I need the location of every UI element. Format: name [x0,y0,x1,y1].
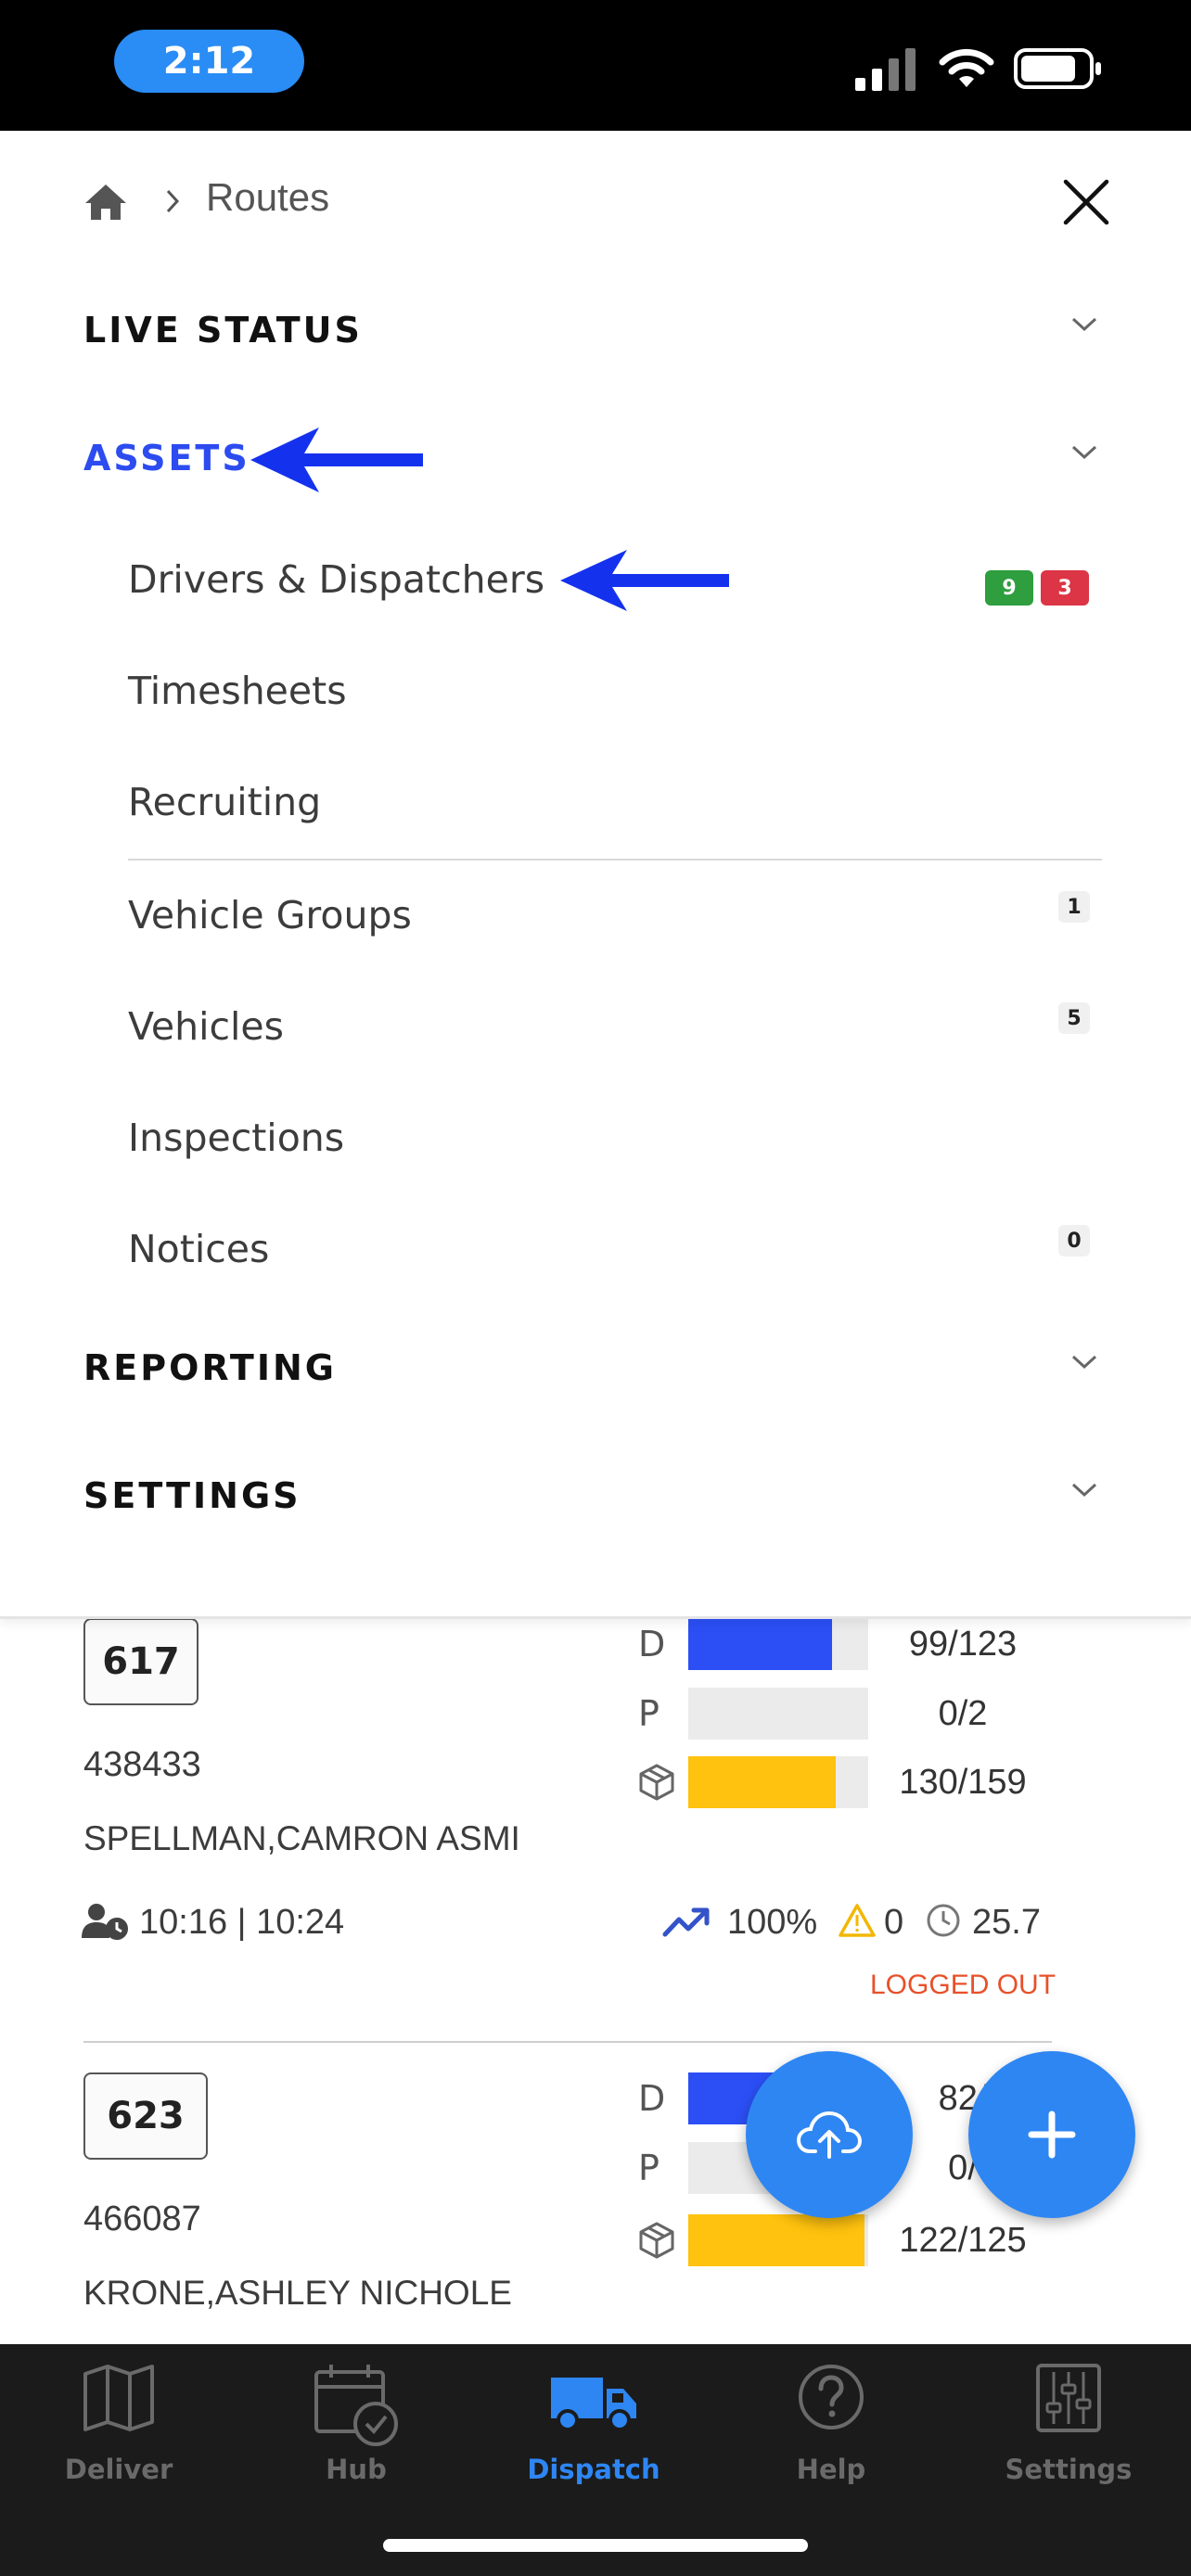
menu-item-inspections[interactable]: Inspections [128,1116,344,1160]
plus-icon [1028,2111,1076,2159]
section-assets[interactable]: ASSETS [83,438,250,478]
add-fab-button[interactable] [968,2051,1135,2218]
wifi-icon [939,48,994,87]
chevron-down-icon[interactable] [1070,315,1098,334]
upload-fab-button[interactable] [746,2051,913,2218]
cellular-signal-icon [855,48,916,91]
vehicle-groups-count-badge: 1 [1058,891,1090,923]
section-reporting[interactable]: REPORTING [83,1347,337,1388]
home-indicator[interactable] [383,2539,808,2552]
tab-help[interactable]: Help [712,2344,950,2493]
package-icon [639,2222,674,2259]
p-value: 0/2 [938,1694,988,1733]
warnings-count: 0 [884,1903,904,1942]
package-value: 130/159 [899,1763,1027,1802]
tab-label: Deliver [64,2454,173,2485]
driver-name: SPELLMAN,CAMRON ASMI [83,1819,520,1857]
menu-item-drivers-dispatchers[interactable]: Drivers & Dispatchers [128,557,544,602]
package-bar-fill [688,1756,837,1808]
p-bar [688,1688,868,1740]
annotation-arrow-icon [250,427,423,492]
d-label: D [638,1624,666,1664]
d-value: 99/123 [908,1625,1018,1664]
annotation-arrow-icon [560,550,729,611]
chevron-down-icon[interactable] [1070,443,1098,462]
section-settings[interactable]: SETTINGS [83,1475,301,1516]
truck-icon [551,2378,636,2431]
driver-name: KRONE,ASHLEY NICHOLE [83,2274,512,2312]
package-bar-fill [688,2214,865,2266]
warning-icon [839,1904,876,1937]
chevron-right-icon [166,189,180,213]
battery-icon [1014,48,1101,89]
inactive-drivers-badge: 3 [1041,570,1089,606]
route-times: 10:16 | 10:24 [139,1903,345,1942]
row-divider [83,2041,1052,2043]
route-number-box[interactable]: 617 [83,1618,198,1705]
menu-divider [128,859,1102,861]
duration-value: 25.7 [972,1903,1041,1942]
menu-item-recruiting[interactable]: Recruiting [128,780,321,824]
help-circle-icon [799,2365,864,2429]
section-live-status[interactable]: LIVE STATUS [83,310,363,351]
calendar-check-icon [314,2365,398,2446]
bottom-tab-bar: Deliver Hub Dispatch Help Settings [0,2344,1191,2576]
vehicles-count-badge: 5 [1058,1002,1090,1034]
route-number-box[interactable]: 623 [83,2072,208,2160]
tab-label: Hub [326,2454,387,2485]
chevron-down-icon[interactable] [1070,1353,1098,1371]
driver-clock-icon [82,1904,128,1940]
active-drivers-badge: 9 [985,570,1033,606]
performance-value: 100% [727,1903,818,1942]
breadcrumb-current[interactable]: Routes [206,175,329,220]
package-icon [639,1764,674,1801]
cloud-upload-icon [797,2111,862,2159]
d-label: D [638,2078,666,2119]
home-icon[interactable] [83,183,128,222]
tab-settings[interactable]: Settings [950,2344,1187,2493]
p-label: P [638,2148,660,2188]
menu-item-vehicle-groups[interactable]: Vehicle Groups [128,893,412,937]
menu-item-vehicles[interactable]: Vehicles [128,1004,284,1049]
tab-hub[interactable]: Hub [237,2344,475,2493]
d-bar [688,1618,868,1670]
map-icon [83,2365,154,2431]
sliders-icon [1036,2364,1101,2432]
package-value: 122/125 [899,2221,1027,2260]
menu-item-notices[interactable]: Notices [128,1227,269,1271]
navigation-menu: Routes LIVE STATUS ASSETS Drivers & Disp… [0,131,1191,1619]
tab-dispatch[interactable]: Dispatch [475,2344,712,2493]
tab-label: Dispatch [527,2454,660,2485]
p-label: P [638,1693,660,1734]
d-bar-fill [688,1618,833,1670]
trending-up-icon [662,1907,710,1937]
status-bar: 2:12 [0,0,1191,131]
tab-deliver[interactable]: Deliver [0,2344,237,2493]
route-id: 438433 [83,1745,201,1784]
tab-label: Help [796,2454,866,2485]
tab-label: Settings [1005,2454,1133,2485]
chevron-down-icon[interactable] [1070,1481,1098,1499]
package-bar [688,1756,868,1808]
status-time: 2:12 [114,30,304,93]
package-bar [688,2214,868,2266]
status-label: LOGGED OUT [870,1970,1057,2000]
clock-icon [927,1904,960,1937]
menu-item-timesheets[interactable]: Timesheets [128,669,347,713]
close-icon[interactable] [1061,177,1111,227]
route-id: 466087 [83,2200,201,2238]
notices-count-badge: 0 [1058,1225,1090,1256]
